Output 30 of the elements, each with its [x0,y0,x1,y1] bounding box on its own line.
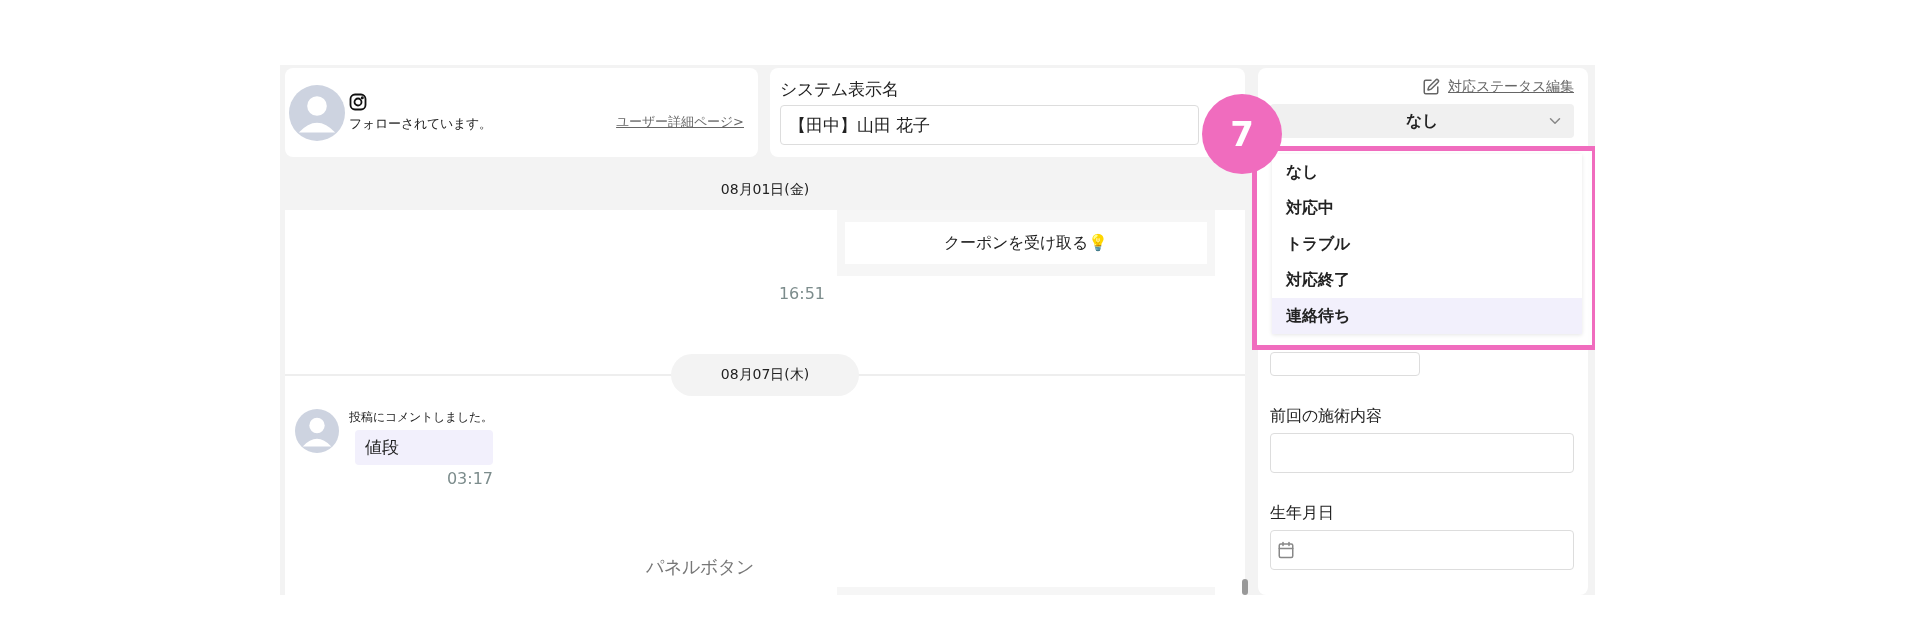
message-time: 03:17 [446,469,493,488]
user-detail-link[interactable]: ユーザー詳細ページ> [616,113,744,131]
edit-icon [1422,78,1440,96]
status-select[interactable]: なし [1270,104,1574,138]
input-field[interactable] [1270,433,1574,473]
panel-button-label: パネルボタン [646,555,755,579]
display-name-field[interactable]: 【田中】山田 花子 [780,105,1199,145]
scrollbar[interactable] [1242,579,1248,595]
coupon-button[interactable]: クーポンを受け取る💡 [845,222,1207,264]
message-time: 16:51 [778,284,825,303]
field-label: システム表示名 [780,78,900,101]
dropdown-option[interactable]: 対応中 [1272,190,1582,226]
follow-status: フォローされています。 [349,114,493,133]
date-header: 08月01日(金) [285,170,1245,210]
input-field[interactable] [1270,352,1420,376]
avatar-icon [295,409,339,453]
date-field[interactable] [1270,530,1574,570]
field-label: 前回の施術内容 [1270,406,1383,427]
calendar-icon [1277,541,1295,559]
edit-status-link[interactable]: 対応ステータス編集 [1422,78,1574,96]
comment-note: 投稿にコメントしました。 [349,409,493,426]
dropdown-option[interactable]: 対応終了 [1272,262,1582,298]
field-label: 生年月日 [1270,503,1335,524]
date-label: 08月07日(木) [670,354,860,396]
avatar-icon [289,84,345,141]
message-bubble: 値段 [355,430,493,465]
dropdown-option[interactable]: トラブル [1272,226,1582,262]
instagram-icon [349,92,367,111]
dropdown-option[interactable]: 連絡待ち [1272,298,1582,334]
dropdown-option[interactable]: なし [1272,154,1582,190]
